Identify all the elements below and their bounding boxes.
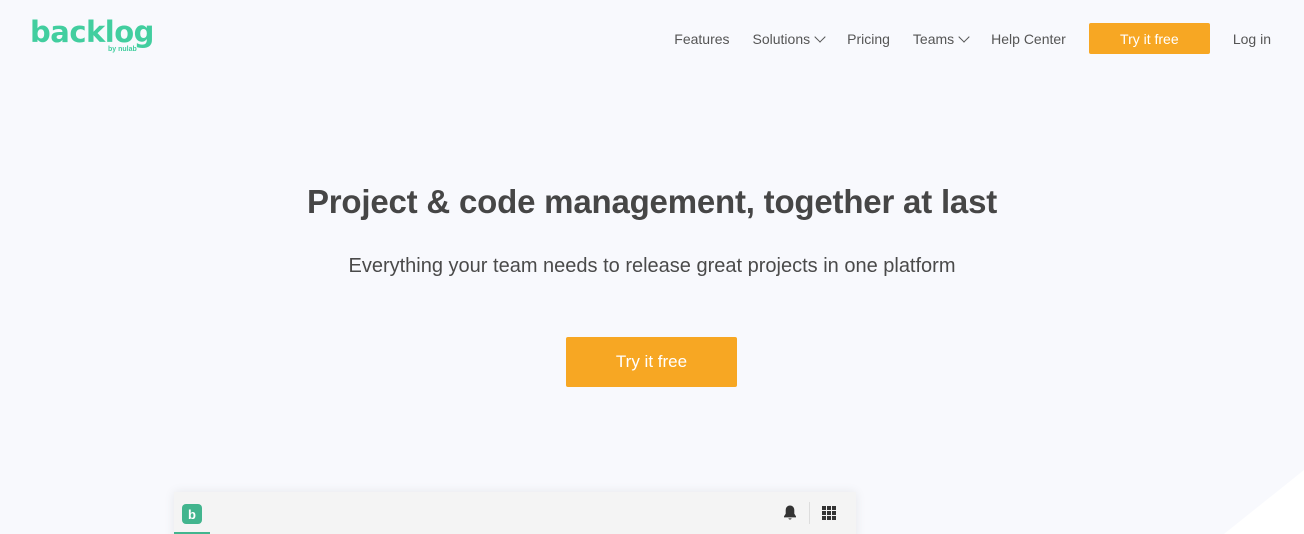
hero-title: Project & code management, together at l…	[306, 183, 998, 220]
nav-solutions[interactable]: Solutions	[752, 30, 826, 47]
logo-wordmark: backlog	[30, 15, 154, 49]
nav-teams-label: Teams	[912, 30, 955, 47]
backlog-logo[interactable]: backlog by nulab	[30, 14, 160, 58]
hero-subtitle: Everything your team needs to release gr…	[348, 255, 956, 277]
nav-features[interactable]: Features	[674, 31, 729, 47]
app-preview-window: b	[174, 492, 856, 534]
site-header: backlog by nulab Features Solutions Pric…	[0, 0, 1304, 76]
nav-help-center[interactable]: Help Center	[991, 31, 1066, 47]
app-logo: b	[182, 504, 202, 524]
nav-teams[interactable]: Teams	[912, 30, 970, 47]
hero-try-free-button[interactable]: Try it free	[566, 337, 737, 387]
toolbar-divider	[809, 502, 810, 524]
main-nav: Features Solutions Pricing Teams Help Ce…	[674, 23, 1304, 54]
app-grid-icon	[822, 506, 836, 520]
chevron-down-icon	[958, 30, 970, 43]
nav-features-label: Features	[674, 30, 730, 47]
bell-icon	[784, 505, 796, 520]
chevron-down-icon	[814, 30, 826, 43]
nav-pricing-label: Pricing	[847, 30, 890, 47]
nav-help-center-label: Help Center	[991, 30, 1066, 47]
nav-solutions-label: Solutions	[752, 30, 811, 47]
nav-pricing[interactable]: Pricing	[847, 31, 890, 47]
decorative-corner-shape	[1224, 470, 1304, 534]
logo-byline: by nulab	[108, 46, 137, 53]
login-link[interactable]: Log in	[1233, 31, 1271, 47]
header-try-free-button[interactable]: Try it free	[1088, 23, 1210, 54]
